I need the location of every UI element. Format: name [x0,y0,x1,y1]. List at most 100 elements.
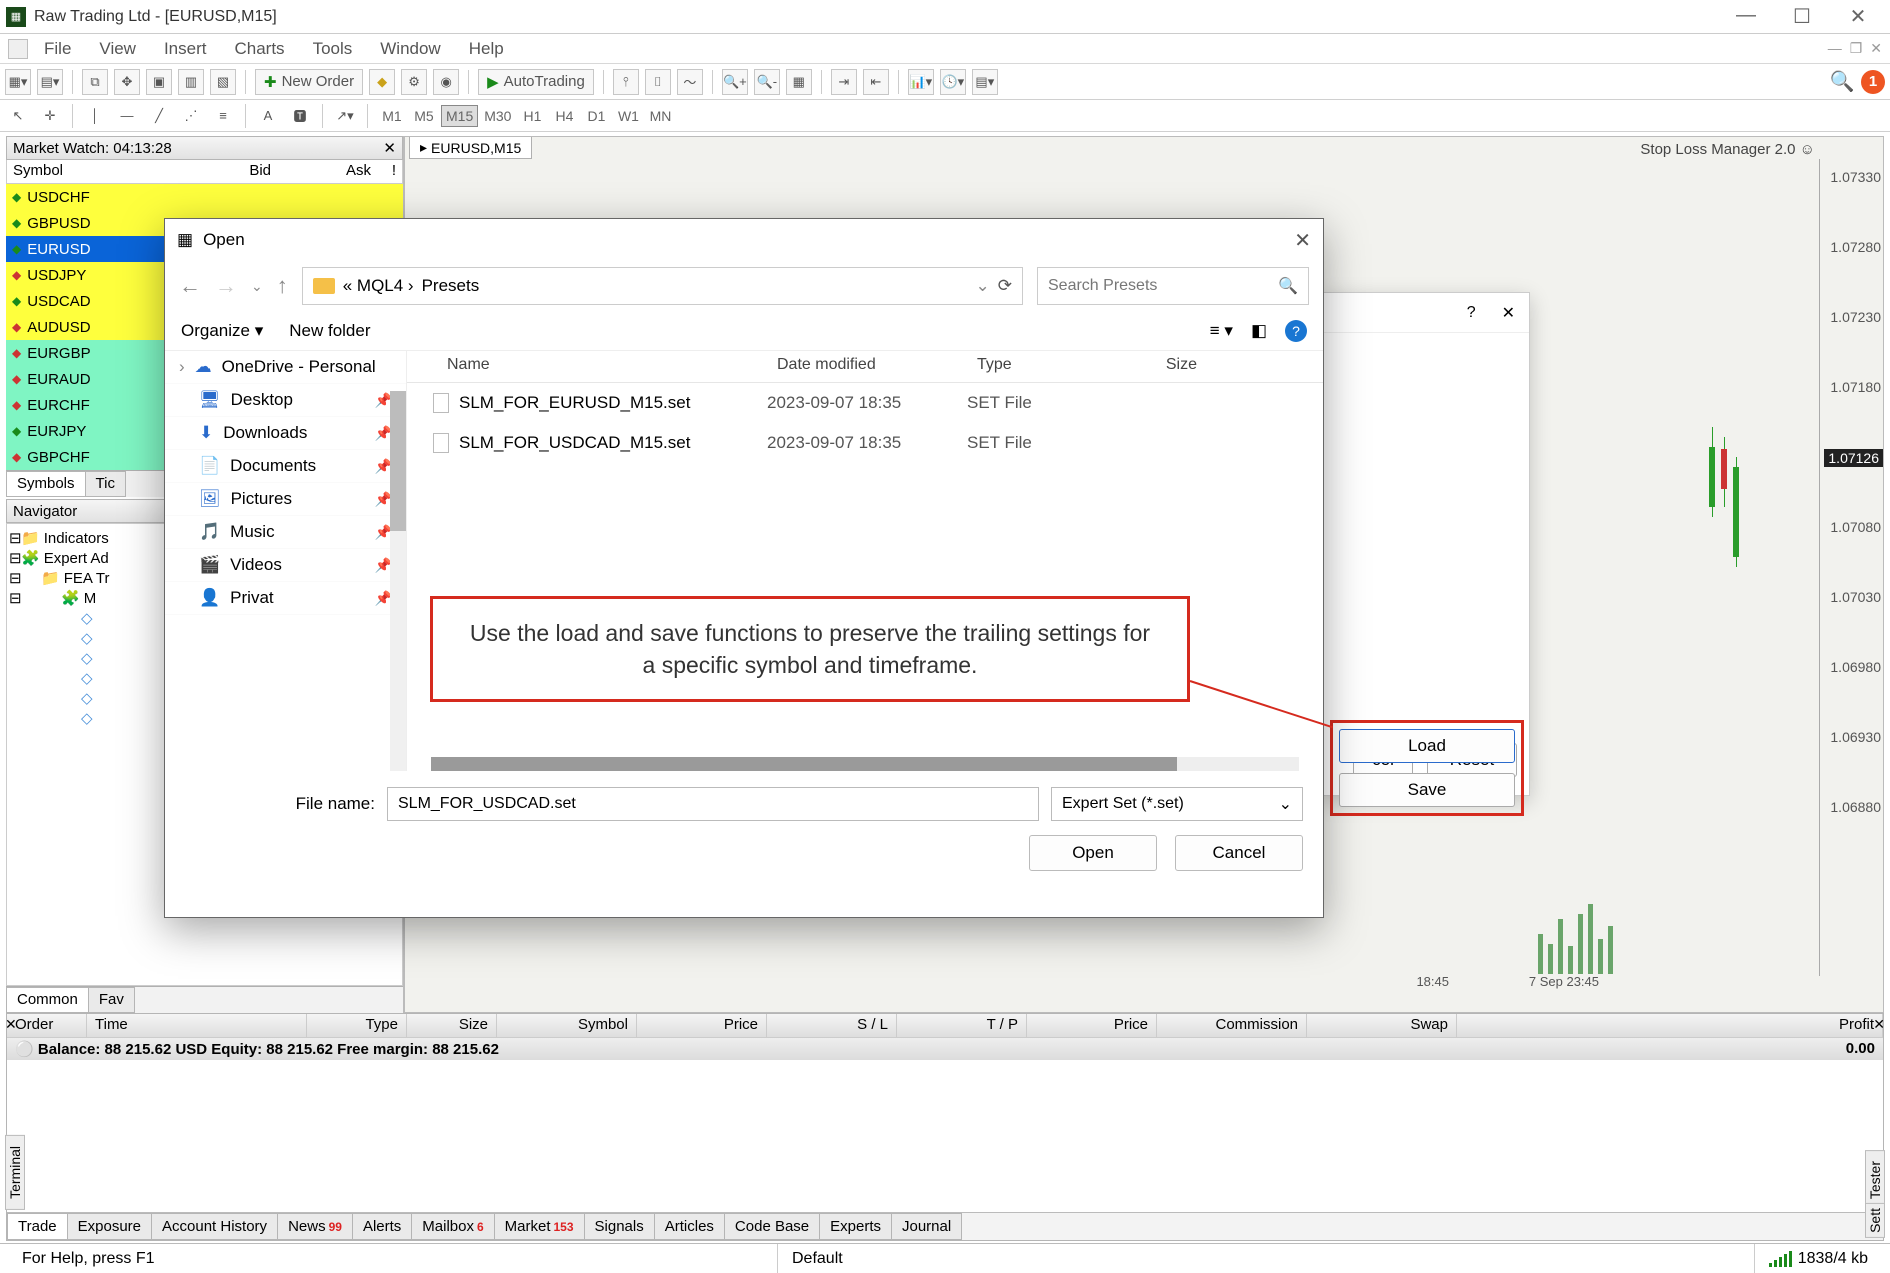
text-icon[interactable]: A [255,103,281,129]
menu-view[interactable]: View [87,36,148,62]
crosshair-icon[interactable]: ✛ [37,103,63,129]
refresh-icon[interactable]: ⟳ [998,276,1012,296]
help-icon[interactable]: ? [1285,320,1307,342]
tab-common[interactable]: Common [6,987,89,1013]
timeframe-M1[interactable]: M1 [377,105,407,127]
cursor-icon[interactable]: ↖ [5,103,31,129]
file-type-filter[interactable]: Expert Set (*.set)⌄ [1051,787,1303,821]
timeframe-M5[interactable]: M5 [409,105,439,127]
terminal-tab-exposure[interactable]: Exposure [67,1213,152,1240]
chart-shift-icon[interactable]: ⇤ [863,69,889,95]
profiles-button[interactable]: ▤▾ [37,69,63,95]
terminal-col[interactable]: Price [1027,1014,1157,1037]
terminal-tab-news[interactable]: News 99 [277,1213,353,1240]
terminal-tab-alerts[interactable]: Alerts [352,1213,412,1240]
mdi-close-icon[interactable]: ✕ [1870,40,1882,57]
terminal-col[interactable]: Time [87,1014,307,1037]
terminal-col[interactable]: Order [7,1014,87,1037]
quick-access-privat[interactable]: 👤Privat📌 [165,582,406,615]
tab-ticks[interactable]: Tic [85,471,126,497]
hline-icon[interactable]: — [114,103,140,129]
menu-window[interactable]: Window [368,36,452,62]
terminal-toggle[interactable]: ▥ [178,69,204,95]
quick-access-onedrive[interactable]: ›☁OneDrive - Personal [165,351,406,384]
chart-line-icon[interactable]: 〜 [677,69,703,95]
close-button[interactable]: ✕ [1844,4,1872,29]
tab-symbols[interactable]: Symbols [6,471,86,497]
timeframe-D1[interactable]: D1 [581,105,611,127]
file-row[interactable]: SLM_FOR_USDCAD_M15.set2023-09-07 18:35SE… [407,423,1323,463]
menu-charts[interactable]: Charts [222,36,296,62]
quick-access-music[interactable]: 🎵Music📌 [165,516,406,549]
mdi-system-icon[interactable] [8,39,28,59]
address-bar[interactable]: « MQL4 › Presets ⌄ ⟳ [302,267,1023,305]
mdi-restore-icon[interactable]: ❐ [1850,40,1863,57]
quick-access-desktop[interactable]: 🖥Desktop📌 [165,384,406,417]
navigator-toggle[interactable]: ▣ [146,69,172,95]
chart-tab[interactable]: ▸ EURUSD,M15 [409,137,532,159]
search-input[interactable]: Search Presets 🔍 [1037,267,1309,305]
terminal-tab-signals[interactable]: Signals [584,1213,655,1240]
trendline-icon[interactable]: ╱ [146,103,172,129]
terminal-tab-mailbox[interactable]: Mailbox 6 [411,1213,494,1240]
terminal-tab-market[interactable]: Market 153 [494,1213,585,1240]
file-dialog-close-icon[interactable]: ✕ [1294,228,1311,253]
market-watch-close-icon[interactable]: ✕ [383,139,396,157]
terminal-col[interactable]: Commission [1157,1014,1307,1037]
vline-icon[interactable]: │ [82,103,108,129]
nav-back-icon[interactable]: ← [179,273,201,299]
search-icon[interactable]: 🔍 [1829,69,1855,95]
nav-recent-icon[interactable]: ⌄ [251,278,263,295]
file-name-input[interactable] [387,787,1039,821]
text-label-icon[interactable]: 🆃 [287,103,313,129]
horizontal-scrollbar[interactable] [431,757,1299,771]
nav-up-icon[interactable]: ↑ [277,273,288,299]
chart-bar-icon[interactable]: ⫯ [613,69,639,95]
quick-access-pictures[interactable]: 🖼Pictures📌 [165,483,406,516]
terminal-col[interactable]: Swap [1307,1014,1457,1037]
terminal-tab-articles[interactable]: Articles [654,1213,725,1240]
new-order-button[interactable]: ✚New Order [255,69,363,95]
status-profile[interactable]: Default [778,1244,1755,1273]
terminal-col[interactable]: Size [407,1014,497,1037]
load-button[interactable]: Load [1339,729,1515,763]
zoom-out-icon[interactable]: 🔍- [754,69,780,95]
terminal-close-icon[interactable]: ✕ [5,1016,17,1033]
preview-pane-icon[interactable]: ◧ [1251,321,1267,341]
minimize-button[interactable]: — [1732,4,1760,29]
tab-favorites[interactable]: Fav [88,987,135,1013]
auto-scroll-icon[interactable]: ⇥ [831,69,857,95]
menu-help[interactable]: Help [457,36,516,62]
market-watch-toggle[interactable]: ⧉ [82,69,108,95]
connection-status[interactable]: 1838/4 kb [1755,1244,1882,1273]
file-list[interactable]: Name Date modified Type Size SLM_FOR_EUR… [407,351,1323,771]
timeframe-M15[interactable]: M15 [441,105,478,127]
new-folder-button[interactable]: New folder [289,321,370,341]
terminal-tab-journal[interactable]: Journal [891,1213,962,1240]
dialog-close-icon[interactable]: ✕ [1502,303,1515,323]
terminal-col[interactable]: T / P [897,1014,1027,1037]
new-chart-button[interactable]: ▦▾ [5,69,31,95]
terminal-tab-trade[interactable]: Trade [7,1213,68,1240]
settings-side-label[interactable]: Sett [1865,1203,1885,1238]
metaeditor-button[interactable]: ◆ [369,69,395,95]
terminal-tab-account-history[interactable]: Account History [151,1213,278,1240]
quick-access-videos[interactable]: 🎬Videos📌 [165,549,406,582]
templates-button[interactable]: ▤▾ [972,69,998,95]
autotrading-button[interactable]: ▶AutoTrading [478,69,594,95]
strategy-tester-toggle[interactable]: ▧ [210,69,236,95]
equidistant-icon[interactable]: ⋰ [178,103,204,129]
timeframe-H1[interactable]: H1 [517,105,547,127]
menu-insert[interactable]: Insert [152,36,219,62]
mdi-minimize-icon[interactable]: — [1828,40,1842,57]
open-button[interactable]: Open [1029,835,1157,871]
tile-windows-icon[interactable]: ▦ [786,69,812,95]
notifications-badge[interactable]: 1 [1861,70,1885,94]
tester-side-label[interactable]: Tester [1865,1150,1885,1210]
tester-close-icon[interactable]: ✕ [1873,1016,1885,1033]
options-button[interactable]: ⚙ [401,69,427,95]
terminal-col[interactable]: Type [307,1014,407,1037]
dialog-help-icon[interactable]: ? [1467,304,1476,322]
chart-candle-icon[interactable]: ⌷ [645,69,671,95]
data-window-toggle[interactable]: ✥ [114,69,140,95]
